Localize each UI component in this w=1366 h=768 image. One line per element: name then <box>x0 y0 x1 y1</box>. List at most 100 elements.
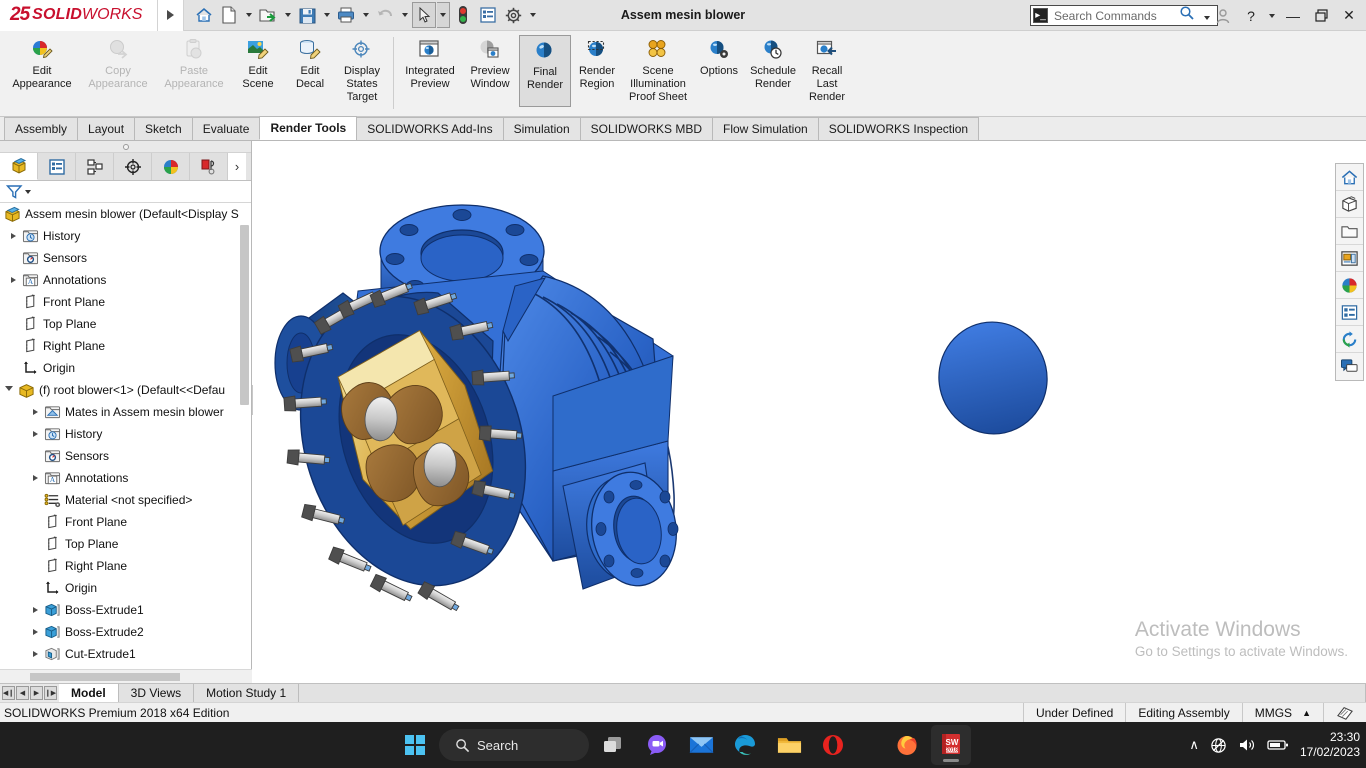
restore-button[interactable] <box>1308 2 1334 29</box>
search-icon[interactable] <box>1179 5 1195 26</box>
save-icon[interactable] <box>295 2 319 28</box>
tree-item-origin[interactable]: Origin <box>0 357 251 379</box>
tree-item-sensors[interactable]: Sensors <box>0 247 251 269</box>
new-document-icon[interactable] <box>217 2 241 28</box>
first-tab-button[interactable]: ◀❙ <box>2 686 15 700</box>
search-input[interactable]: Search Commands <box>1054 9 1179 23</box>
settings-dropdown[interactable] <box>526 2 539 28</box>
expand-arrow[interactable] <box>6 233 20 239</box>
start-button[interactable] <box>395 725 435 765</box>
dimxpert-manager-tab[interactable] <box>114 153 152 180</box>
rebuild-icon[interactable] <box>451 2 475 28</box>
expand-arrow[interactable] <box>28 409 42 415</box>
print-icon[interactable] <box>334 2 358 28</box>
property-manager-tab[interactable] <box>38 153 76 180</box>
render-manager-tab[interactable] <box>190 153 228 180</box>
tab-layout[interactable]: Layout <box>77 117 136 140</box>
tray-chevron-up-icon[interactable]: ∧ <box>1189 737 1199 753</box>
search-commands-box[interactable]: ▸_ Search Commands <box>1030 5 1218 26</box>
solidworks-taskbar-icon[interactable]: SW 2018 <box>931 725 971 765</box>
tree-item-front-plane[interactable]: Front Plane <box>0 291 251 313</box>
expand-arrow[interactable] <box>28 629 42 635</box>
tree-vertical-scrollbar[interactable] <box>240 207 249 537</box>
tab-flow-simulation[interactable]: Flow Simulation <box>712 117 819 140</box>
select-dropdown[interactable] <box>437 2 450 28</box>
tree-item-assembly-root[interactable]: Assem mesin blower (Default<Display S <box>0 203 251 225</box>
configuration-manager-tab[interactable] <box>76 153 114 180</box>
opera-icon[interactable] <box>813 725 853 765</box>
tree-item-boss-extrude2[interactable]: Boss-Extrude2 <box>0 621 251 643</box>
comments-button[interactable] <box>1336 353 1363 380</box>
expand-arrow[interactable] <box>28 431 42 437</box>
scrollbar-thumb[interactable] <box>240 225 249 405</box>
tree-item-history[interactable]: History <box>0 225 251 247</box>
battery-icon[interactable] <box>1267 738 1289 752</box>
edit-decal-button[interactable]: Edit Decal <box>284 35 336 91</box>
home-icon[interactable] <box>192 2 216 28</box>
tab-assembly[interactable]: Assembly <box>4 117 79 140</box>
tab-motion-study-1[interactable]: Motion Study 1 <box>194 684 300 702</box>
tab-model[interactable]: Model <box>59 684 119 702</box>
tab-3d-views[interactable]: 3D Views <box>118 684 195 702</box>
schedule-render-button[interactable]: Schedule Render <box>745 35 801 91</box>
view-orientation-button[interactable] <box>1336 191 1363 218</box>
file-explorer-icon[interactable] <box>769 725 809 765</box>
gear-icon[interactable] <box>501 2 525 28</box>
display-manager-tab[interactable] <box>152 153 190 180</box>
preview-window-button[interactable]: Preview Window <box>461 35 519 91</box>
taskbar-clock[interactable]: 23:30 17/02/2023 <box>1300 730 1360 760</box>
taskbar-search[interactable]: Search <box>439 729 589 761</box>
help-button[interactable]: ? <box>1238 2 1264 29</box>
display-options-icon[interactable] <box>476 2 500 28</box>
recall-last-render-button[interactable]: Recall Last Render <box>801 35 853 104</box>
new-document-dropdown[interactable] <box>242 2 255 28</box>
scene-illumination-button[interactable]: Scene Illumination Proof Sheet <box>623 35 693 104</box>
expand-arrow[interactable] <box>28 475 42 481</box>
scene-settings-button[interactable] <box>1336 299 1363 326</box>
tab-solidworks-add-ins[interactable]: SOLIDWORKS Add-Ins <box>356 117 504 140</box>
tree-item-part-annotations[interactable]: A Annotations <box>0 467 251 489</box>
next-tab-button[interactable]: ▶ <box>30 686 43 700</box>
tree-item-boss-extrude1[interactable]: Boss-Extrude1 <box>0 599 251 621</box>
chevron-down-icon[interactable] <box>25 189 31 194</box>
tree-horizontal-scrollbar[interactable] <box>0 669 252 683</box>
print-dropdown[interactable] <box>359 2 372 28</box>
units-selector[interactable]: MMGS ▲ <box>1241 702 1323 723</box>
save-dropdown[interactable] <box>320 2 333 28</box>
network-offline-icon[interactable] <box>1210 737 1227 754</box>
edit-appearance-button[interactable]: Edit Appearance <box>4 35 80 91</box>
more-tabs-button[interactable]: › <box>228 153 246 180</box>
tree-item-part-origin[interactable]: Origin <box>0 577 251 599</box>
render-region-button[interactable]: Render Region <box>571 35 623 91</box>
expand-arrow[interactable] <box>6 277 20 283</box>
tree-item-mates[interactable]: Mates in Assem mesin blower <box>0 401 251 423</box>
scrollbar-thumb[interactable] <box>30 673 180 681</box>
prev-tab-button[interactable]: ◀ <box>16 686 29 700</box>
chevron-up-icon[interactable]: ▲ <box>1302 708 1311 718</box>
tree-filter-bar[interactable] <box>0 181 251 203</box>
tab-sketch[interactable]: Sketch <box>134 117 193 140</box>
tree-item-part-right-plane[interactable]: Right Plane <box>0 555 251 577</box>
view-home-button[interactable] <box>1336 164 1363 191</box>
tree-item-part-top-plane[interactable]: Top Plane <box>0 533 251 555</box>
tree-item-material[interactable]: Material <not specified> <box>0 489 251 511</box>
tab-render-tools[interactable]: Render Tools <box>259 116 358 140</box>
last-tab-button[interactable]: ❙▶ <box>44 686 57 700</box>
tree-item-part-history[interactable]: History <box>0 423 251 445</box>
feature-manager-tab[interactable] <box>0 153 38 180</box>
tab-solidworks-inspection[interactable]: SOLIDWORKS Inspection <box>817 117 980 140</box>
mail-icon[interactable] <box>681 725 721 765</box>
panel-collapse-grip[interactable] <box>0 141 251 153</box>
tree-item-right-plane[interactable]: Right Plane <box>0 335 251 357</box>
edit-scene-button[interactable]: Edit Scene <box>232 35 284 91</box>
overlay-toggle[interactable] <box>1323 702 1366 723</box>
undo-dropdown[interactable] <box>398 2 411 28</box>
expand-arrow[interactable] <box>28 607 42 613</box>
expand-arrow[interactable] <box>28 651 42 657</box>
tree-item-cut-extrude1[interactable]: Cut-Extrude1 <box>0 643 251 665</box>
open-dropdown[interactable] <box>281 2 294 28</box>
edge-icon[interactable] <box>725 725 765 765</box>
tree-item-part-sensors[interactable]: Sensors <box>0 445 251 467</box>
help-dropdown[interactable] <box>1266 2 1278 29</box>
tree-item-annotations[interactable]: A Annotations <box>0 269 251 291</box>
